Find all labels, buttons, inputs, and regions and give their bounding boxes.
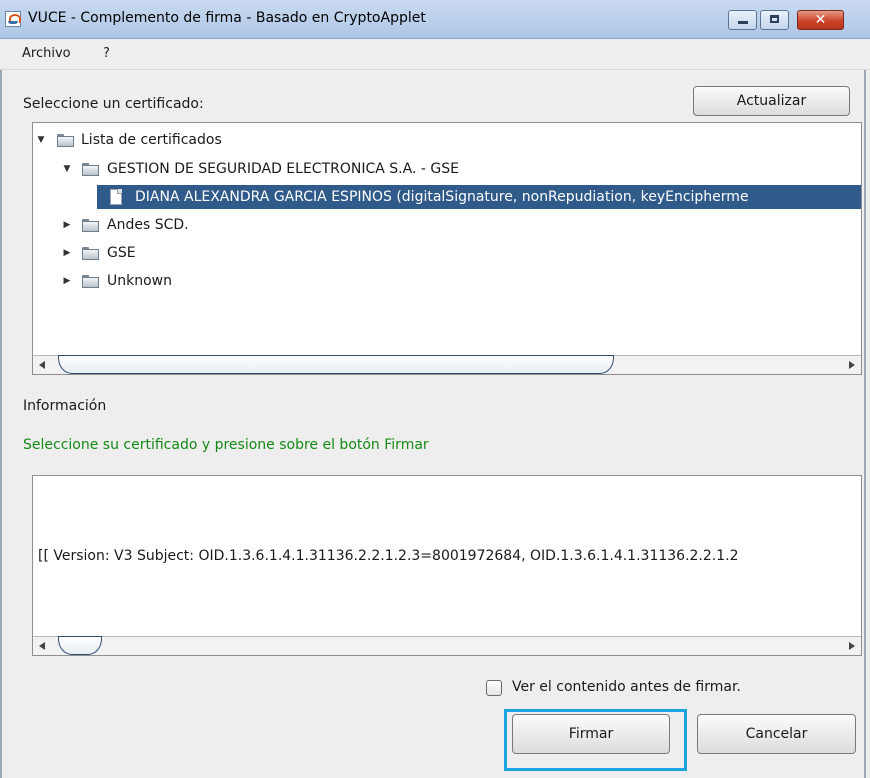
scroll-right-icon[interactable] [849,642,855,650]
certificate-details-area[interactable]: [[ Version: V3 Subject: OID.1.3.6.1.4.1.… [32,475,862,656]
certificate-details-text: [[ Version: V3 Subject: OID.1.3.6.1.4.1.… [38,548,739,564]
maximize-icon [770,15,779,23]
menu-help[interactable]: ? [103,46,110,61]
tree-node-gse[interactable]: ▶ GSE [33,241,861,265]
instruction-text: Seleccione su certificado y presione sob… [23,437,429,453]
collapsed-arrow-icon[interactable]: ▶ [63,213,71,237]
folder-open-icon [57,134,75,147]
details-horizontal-scrollbar[interactable] [33,636,861,655]
close-button[interactable]: ✕ [797,10,844,30]
scroll-left-icon[interactable] [39,642,45,650]
collapsed-arrow-icon[interactable]: ▶ [63,269,71,293]
folder-icon [82,247,100,260]
view-content-checkbox[interactable] [486,680,502,696]
tree-node-unknown[interactable]: ▶ Unknown [33,269,861,293]
menu-bar: Archivo ? [0,39,870,70]
tree-node-label: Lista de certificados [81,132,222,148]
tree-node-issuer[interactable]: ▼ GESTION DE SEGURIDAD ELECTRONICA S.A. … [33,157,861,181]
tree-node-label: DIANA ALEXANDRA GARCIA ESPINOS (digitalS… [135,189,749,205]
folder-icon [82,275,100,288]
scrollbar-thumb[interactable] [58,636,102,655]
minimize-icon [738,21,748,24]
window-title: VUCE - Complemento de firma - Basado en … [28,10,426,26]
folder-icon [82,219,100,232]
close-icon: ✕ [814,12,827,28]
java-app-icon [5,11,21,27]
select-certificate-label: Seleccione un certificado: [23,96,204,112]
menu-archivo[interactable]: Archivo [22,46,71,61]
cancel-button[interactable]: Cancelar [697,714,856,754]
tree-node-label: GESTION DE SEGURIDAD ELECTRONICA S.A. - … [107,161,459,177]
view-content-label[interactable]: Ver el contenido antes de firmar. [512,679,741,695]
scrollbar-thumb[interactable] [58,355,614,374]
tree-node-label: Andes SCD. [107,217,189,233]
certificate-tree[interactable]: ▼ Lista de certificados ▼ GESTION DE SEG… [32,122,862,375]
expanded-arrow-icon[interactable]: ▼ [63,157,71,181]
maximize-button[interactable] [760,10,789,30]
info-heading: Información [23,398,107,414]
scroll-left-icon[interactable] [39,361,45,369]
tree-horizontal-scrollbar[interactable] [33,355,861,374]
title-bar[interactable]: VUCE - Complemento de firma - Basado en … [0,0,870,39]
refresh-button[interactable]: Actualizar [693,86,850,116]
expanded-arrow-icon[interactable]: ▼ [37,128,45,152]
tree-node-label: Unknown [107,273,172,289]
folder-open-icon [82,163,100,176]
sign-button[interactable]: Firmar [512,714,670,754]
certificate-document-icon [110,189,122,205]
minimize-button[interactable] [728,10,757,30]
tree-node-andes[interactable]: ▶ Andes SCD. [33,213,861,237]
tree-node-root[interactable]: ▼ Lista de certificados [33,128,861,152]
tree-node-label: GSE [107,245,136,261]
scroll-right-icon[interactable] [849,361,855,369]
tree-node-selected-certificate[interactable]: DIANA ALEXANDRA GARCIA ESPINOS (digitalS… [97,185,861,209]
collapsed-arrow-icon[interactable]: ▶ [63,241,71,265]
